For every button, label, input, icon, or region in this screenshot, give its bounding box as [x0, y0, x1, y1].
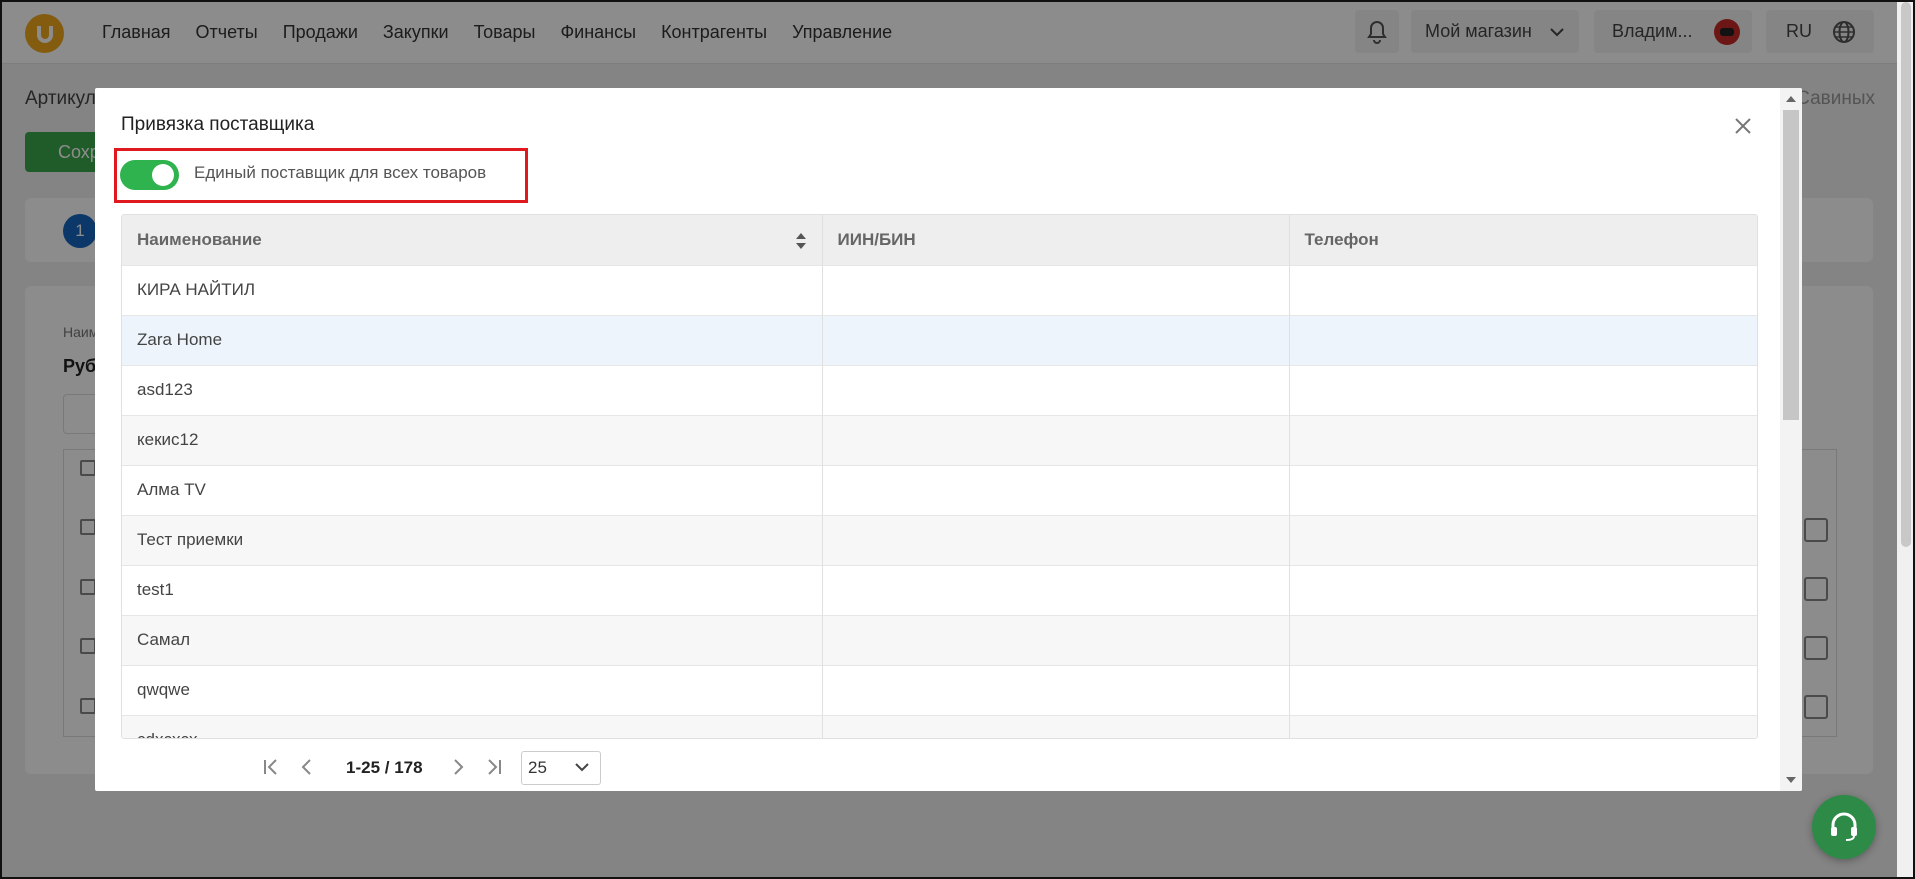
cell-phone: [1289, 414, 1757, 465]
sort-icon[interactable]: [795, 232, 807, 250]
cell-iin: [822, 514, 1290, 565]
modal-scrollbar[interactable]: [1780, 88, 1802, 791]
cell-name: Алма TV: [122, 464, 823, 515]
table-row[interactable]: Zara Home: [122, 314, 1757, 365]
next-page-icon[interactable]: [448, 757, 468, 777]
cell-name: КИРА НАЙТИЛ: [122, 264, 823, 315]
cell-name: asd123: [122, 364, 823, 415]
cell-iin: [822, 264, 1290, 315]
page-scrollbar[interactable]: [1897, 0, 1915, 879]
cell-iin: [822, 564, 1290, 615]
column-header-phone[interactable]: Телефон: [1289, 215, 1757, 265]
cell-iin: [822, 314, 1290, 365]
table-row[interactable]: кекис12: [122, 414, 1757, 465]
cell-name: cdxcxcx: [122, 714, 823, 738]
table-row[interactable]: test1: [122, 564, 1757, 615]
pagination: 1-25 / 178 25: [121, 748, 1758, 788]
cell-phone: [1289, 514, 1757, 565]
column-header-iin[interactable]: ИИН/БИН: [822, 215, 1290, 265]
modal-title: Привязка поставщика: [121, 114, 315, 135]
page-size-value: 25: [528, 758, 547, 777]
cell-phone: [1289, 314, 1757, 365]
page-size-select[interactable]: 25: [521, 751, 601, 785]
cell-phone: [1289, 664, 1757, 715]
cell-name: test1: [122, 564, 823, 615]
scroll-up-arrow[interactable]: [1786, 96, 1796, 102]
table-row[interactable]: Самал: [122, 614, 1757, 665]
cell-iin: [822, 714, 1290, 738]
cell-iin: [822, 414, 1290, 465]
table-row[interactable]: Тест приемки: [122, 514, 1757, 565]
cell-phone: [1289, 264, 1757, 315]
cell-phone: [1289, 564, 1757, 615]
cell-phone: [1289, 364, 1757, 415]
cell-phone: [1289, 464, 1757, 515]
cell-iin: [822, 664, 1290, 715]
headset-icon: [1831, 812, 1857, 841]
cell-iin: [822, 364, 1290, 415]
table-row[interactable]: Алма TV: [122, 464, 1757, 515]
cell-name: Самал: [122, 614, 823, 665]
pagination-range: 1-25 / 178: [346, 758, 423, 777]
table-row[interactable]: asd123: [122, 364, 1757, 415]
scroll-thumb[interactable]: [1783, 110, 1799, 420]
cell-name: кекис12: [122, 414, 823, 465]
table-row[interactable]: КИРА НАЙТИЛ: [122, 264, 1757, 315]
single-supplier-toggle[interactable]: [120, 160, 179, 190]
single-supplier-label: Единый поставщик для всех товаров: [194, 163, 487, 182]
previous-page-icon[interactable]: [297, 757, 317, 777]
first-page-icon[interactable]: [261, 757, 281, 777]
cell-name: qwqwe: [122, 664, 823, 715]
close-icon[interactable]: [1733, 116, 1753, 136]
table-row[interactable]: cdxcxcx: [122, 714, 1757, 738]
supplier-binding-modal: Привязка поставщика Единый поставщик для…: [95, 88, 1802, 791]
cell-phone: [1289, 714, 1757, 738]
cell-iin: [822, 614, 1290, 665]
last-page-icon[interactable]: [484, 757, 504, 777]
cell-phone: [1289, 614, 1757, 665]
cell-iin: [822, 464, 1290, 515]
support-chat-button[interactable]: [1812, 795, 1876, 859]
cell-name: Тест приемки: [122, 514, 823, 565]
chevron-down-icon: [575, 763, 589, 772]
cell-name: Zara Home: [122, 314, 823, 365]
table-row[interactable]: qwqwe: [122, 664, 1757, 715]
scroll-down-arrow[interactable]: [1786, 777, 1796, 783]
column-header-name[interactable]: Наименование: [122, 215, 823, 265]
suppliers-table: Наименование ИИН/БИН Телефон КИРА НАЙТИЛ…: [121, 214, 1758, 739]
